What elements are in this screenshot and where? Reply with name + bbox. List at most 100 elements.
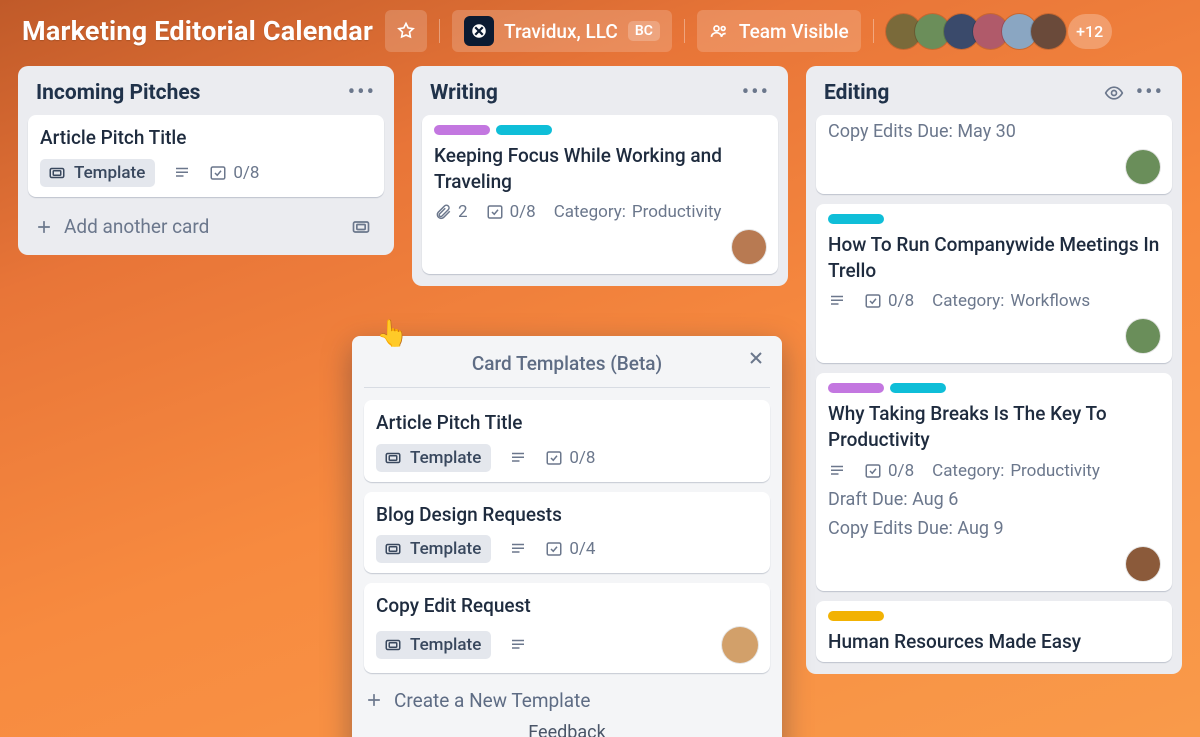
checklist-icon: [486, 203, 504, 221]
org-plan-chip: BC: [628, 21, 660, 41]
description-badge: [828, 462, 846, 480]
member-avatar[interactable]: [1031, 14, 1066, 49]
template-badge: Template: [376, 535, 491, 563]
card[interactable]: Human Resources Made Easy: [816, 601, 1172, 663]
list-title[interactable]: Incoming Pitches: [36, 81, 200, 105]
label-orange[interactable]: [828, 611, 884, 621]
card-title: Why Taking Breaks Is The Key To Producti…: [828, 401, 1160, 452]
due-date-text: Draft Due: Aug 6: [828, 489, 1160, 510]
card-member-avatar[interactable]: [732, 230, 766, 264]
category-badge: Category: Workflows: [932, 291, 1090, 311]
org-button[interactable]: Travidux, LLC BC: [452, 10, 672, 52]
template-icon: [351, 217, 371, 237]
description-badge: [509, 449, 527, 467]
divider: [873, 19, 874, 43]
label-purple[interactable]: [434, 125, 490, 135]
card[interactable]: Why Taking Breaks Is The Key To Producti…: [816, 373, 1172, 590]
template-badge: Template: [40, 159, 155, 187]
list-menu-button[interactable]: •••: [742, 80, 770, 105]
checklist-count: 0/8: [888, 291, 914, 311]
label-cyan[interactable]: [496, 125, 552, 135]
label-cyan[interactable]: [828, 214, 884, 224]
member-avatars[interactable]: [886, 14, 1066, 49]
checklist-count: 0/8: [510, 202, 536, 222]
create-template-label: Create a New Template: [394, 689, 590, 712]
checklist-icon: [545, 449, 563, 467]
template-icon: [384, 540, 402, 558]
checklist-count: 0/8: [888, 461, 914, 481]
description-badge: [509, 540, 527, 558]
board-header: Marketing Editorial Calendar Travidux, L…: [0, 0, 1200, 66]
checklist-count: 0/4: [569, 539, 595, 559]
checklist-icon: [864, 462, 882, 480]
category-value: Productivity: [1010, 461, 1100, 481]
template-card[interactable]: Blog Design Requests Template 0/4: [364, 492, 770, 574]
card-member-avatar[interactable]: [1126, 547, 1160, 581]
card[interactable]: Copy Edits Due: May 30: [816, 115, 1172, 194]
description-icon: [828, 292, 846, 310]
card-labels[interactable]: [434, 125, 766, 135]
template-label: Template: [410, 635, 481, 655]
card-title: How To Run Companywide Meetings In Trell…: [828, 232, 1160, 283]
more-members-button[interactable]: +12: [1068, 14, 1112, 49]
checklist-badge: 0/4: [545, 539, 595, 559]
feedback-link[interactable]: Feedback: [528, 722, 605, 737]
visibility-label: Team Visible: [739, 20, 849, 43]
list-writing: Writing ••• Keeping Focus While Working …: [412, 66, 788, 286]
description-badge: [173, 164, 191, 182]
card-title: Copy Edit Request: [376, 593, 758, 619]
close-button[interactable]: [746, 348, 766, 368]
checklist-badge: 0/8: [486, 202, 536, 222]
card-labels[interactable]: [828, 383, 1160, 393]
category-badge: Category: Productivity: [554, 202, 722, 222]
card-labels[interactable]: [828, 214, 1160, 224]
template-badge: Template: [376, 631, 491, 659]
close-icon: [746, 348, 766, 368]
star-icon: [396, 21, 416, 41]
label-purple[interactable]: [828, 383, 884, 393]
category-prefix: Category:: [554, 202, 626, 222]
category-prefix: Category:: [932, 461, 1004, 481]
attachment-icon: [434, 203, 452, 221]
checklist-badge: 0/8: [209, 163, 259, 183]
template-label: Template: [74, 163, 145, 183]
card[interactable]: Keeping Focus While Working and Travelin…: [422, 115, 778, 274]
card-templates-button[interactable]: [344, 211, 378, 243]
description-icon: [828, 462, 846, 480]
star-button[interactable]: [385, 10, 427, 52]
list-menu-button[interactable]: •••: [348, 80, 376, 105]
card[interactable]: How To Run Companywide Meetings In Trell…: [816, 204, 1172, 363]
card-member-avatar[interactable]: [722, 627, 758, 663]
board-title[interactable]: Marketing Editorial Calendar: [22, 15, 373, 47]
checklist-badge: 0/8: [545, 448, 595, 468]
category-badge: Category: Productivity: [932, 461, 1100, 481]
card-labels[interactable]: [828, 611, 1160, 621]
template-card[interactable]: Article Pitch Title Template 0/8: [364, 400, 770, 482]
card-templates-popover: Card Templates (Beta) Article Pitch Titl…: [352, 336, 782, 737]
add-card-button[interactable]: Add another card: [34, 215, 209, 238]
visibility-button[interactable]: Team Visible: [697, 10, 861, 52]
people-icon: [709, 21, 729, 41]
template-icon: [384, 449, 402, 467]
card[interactable]: Article Pitch Title Template 0/8: [28, 115, 384, 197]
attachment-badge: 2: [434, 202, 468, 222]
description-icon: [509, 449, 527, 467]
card-member-avatar[interactable]: [1126, 319, 1160, 353]
create-template-button[interactable]: Create a New Template: [364, 689, 770, 712]
attachment-count: 2: [458, 202, 468, 222]
list-editing: Editing ••• Copy Edits Due: May 30 How T…: [806, 66, 1182, 674]
template-badge: Template: [376, 444, 491, 472]
list-title[interactable]: Writing: [430, 81, 498, 105]
card-title: Keeping Focus While Working and Travelin…: [434, 143, 766, 194]
list-menu-button[interactable]: •••: [1136, 80, 1164, 105]
list-title[interactable]: Editing: [824, 81, 889, 105]
checklist-icon: [545, 540, 563, 558]
description-icon: [509, 636, 527, 654]
due-date-text: Copy Edits Due: May 30: [828, 121, 1160, 142]
label-cyan[interactable]: [890, 383, 946, 393]
card-member-avatar[interactable]: [1126, 150, 1160, 184]
description-icon: [173, 164, 191, 182]
watch-icon[interactable]: [1104, 83, 1124, 103]
description-badge: [828, 292, 846, 310]
template-card[interactable]: Copy Edit Request Template: [364, 583, 770, 673]
